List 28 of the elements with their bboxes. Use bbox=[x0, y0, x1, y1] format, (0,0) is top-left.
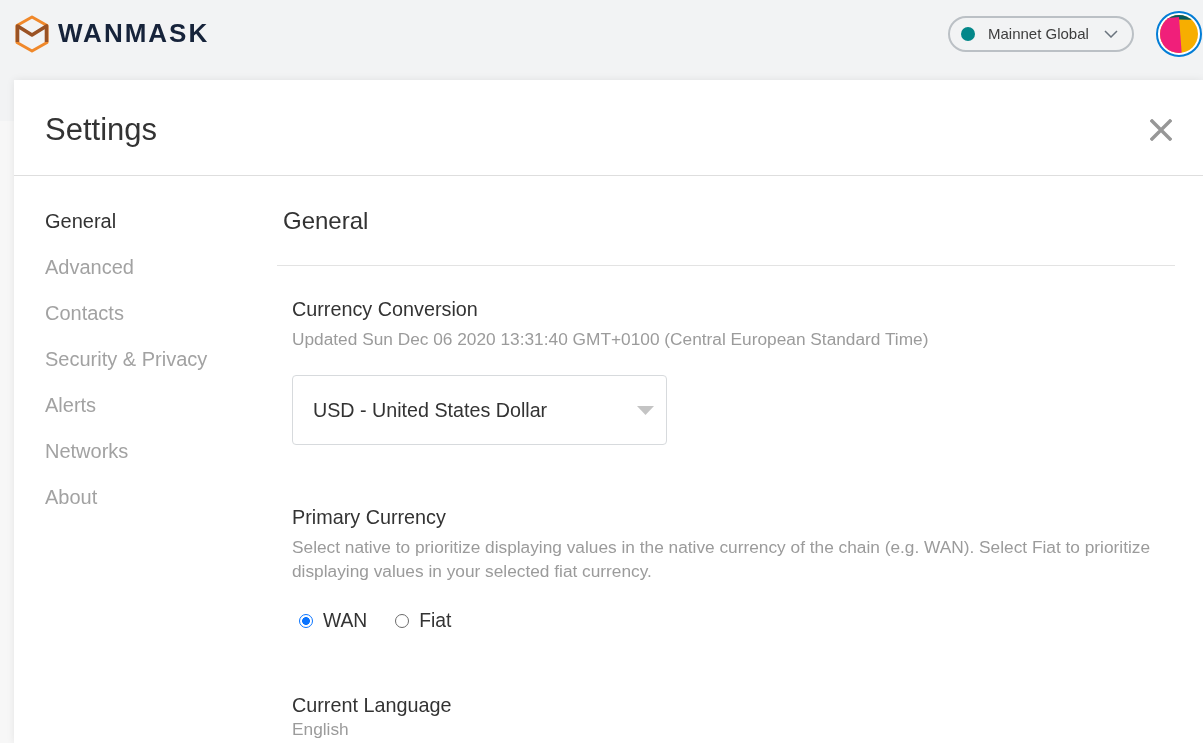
setting-description: Select native to prioritize displaying values in the native currency of the chain (e.g. WAN). Select Fiat to prioritize displaying values in your selected fiat currency. bbox=[292, 536, 1152, 583]
sidebar-item[interactable]: Contacts bbox=[45, 290, 124, 336]
sidebar-item[interactable]: About bbox=[45, 474, 98, 520]
sidebar-item[interactable]: Security & Privacy bbox=[45, 336, 208, 382]
sidebar-item[interactable]: Advanced bbox=[45, 244, 134, 290]
sidebar-item[interactable]: Networks bbox=[45, 428, 129, 474]
setting-title: Currency Conversion bbox=[292, 297, 478, 321]
caret-icon bbox=[637, 405, 654, 415]
avatar-icon[interactable] bbox=[1156, 10, 1202, 57]
logo-text: WANMASK bbox=[58, 18, 210, 49]
chevron-down-icon bbox=[1104, 29, 1118, 38]
setting-value: English bbox=[292, 719, 349, 739]
radio-button[interactable] bbox=[395, 614, 410, 628]
sidebar-item[interactable]: Alerts bbox=[45, 382, 97, 428]
currency-dropdown[interactable]: USD - United States Dollar bbox=[292, 375, 667, 445]
network-selector[interactable]: Mainnet Global bbox=[948, 15, 1134, 52]
settings-title: Settings bbox=[45, 112, 157, 148]
section-heading: General bbox=[283, 206, 369, 235]
logo-icon bbox=[14, 14, 50, 53]
status-dot-icon bbox=[961, 26, 975, 41]
setting-title: Primary Currency bbox=[292, 505, 446, 529]
sidebar-item[interactable]: General bbox=[45, 198, 117, 244]
close-icon[interactable] bbox=[1150, 119, 1172, 141]
setting-title: Current Language bbox=[292, 693, 452, 717]
radio-button[interactable] bbox=[299, 614, 313, 628]
setting-description: Updated Sun Dec 06 2020 13:31:40 GMT+0100 (Central European Standard Time) bbox=[292, 328, 930, 351]
radio-label: Fiat bbox=[419, 610, 452, 632]
radio-label: WAN bbox=[323, 610, 368, 632]
